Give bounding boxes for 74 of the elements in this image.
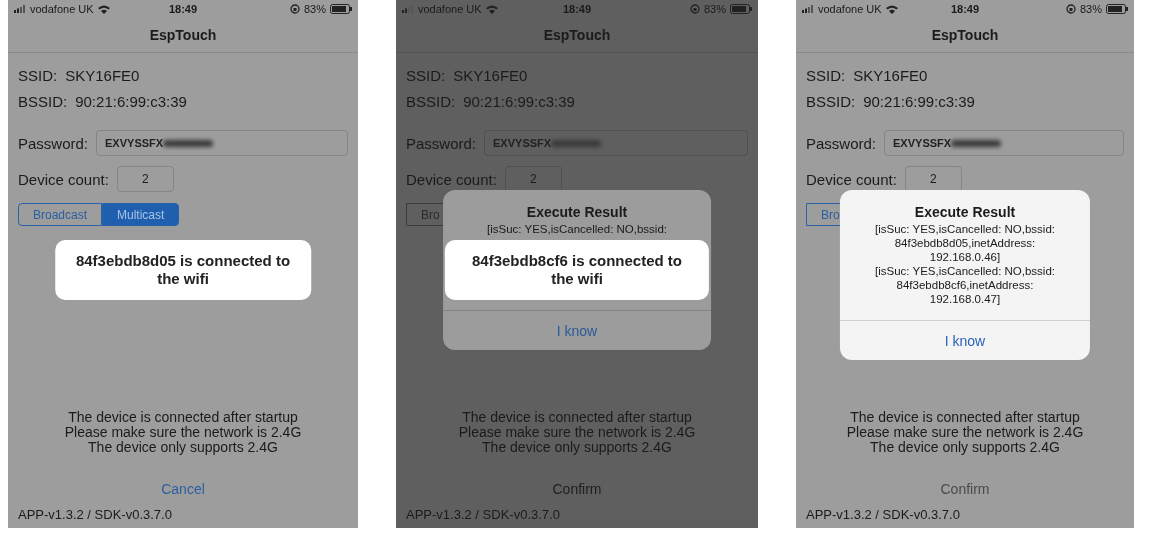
carrier-name: vodafone UK	[30, 3, 94, 15]
carrier-name: vodafone UK	[818, 3, 882, 15]
clock-time: 18:49	[168, 3, 198, 15]
rotation-lock-icon	[689, 4, 700, 14]
battery-percent: 83%	[303, 3, 326, 15]
device-count-label: Device count:	[806, 170, 897, 188]
password-field[interactable]: EXVYSSFX	[96, 130, 348, 156]
info-note: Please make sure the network is 2.4G	[64, 425, 302, 440]
password-field[interactable]: EXVYSSFX	[884, 130, 1124, 156]
bssid-value: 90:21:6:99:c3:39	[863, 93, 975, 110]
ssid-value: SKY16FE0	[853, 67, 928, 84]
info-note: The device is connected after startup	[850, 410, 1080, 425]
clock-time: 18:49	[950, 3, 980, 15]
device-count-label: Device count:	[406, 170, 497, 188]
battery-icon	[330, 4, 352, 14]
password-value: EXVYSSFX	[893, 137, 952, 149]
redaction-smudge	[163, 139, 214, 147]
screen-title: EspTouch	[931, 27, 999, 43]
info-note: The device only supports 2.4G	[482, 440, 672, 455]
ssid-label: SSID:	[18, 67, 58, 84]
dialog-button[interactable]: I know	[839, 320, 1091, 360]
device-count-label: Device count:	[18, 170, 109, 188]
ssid-label: SSID:	[406, 67, 446, 84]
password-label: Password:	[18, 134, 89, 152]
redaction-smudge	[951, 139, 1002, 147]
screen-title: EspTouch	[149, 27, 217, 43]
signal-icon	[802, 5, 814, 13]
password-value: EXVYSSFX	[105, 137, 164, 149]
mode-segment[interactable]: Broadcast	[18, 203, 103, 226]
screen-title: EspTouch	[543, 27, 611, 43]
ssid-value: SKY16FE0	[453, 67, 528, 84]
bssid-value: 90:21:6:99:c3:39	[75, 93, 187, 110]
rotation-lock-icon	[1065, 4, 1076, 14]
mode-segment[interactable]: Multicast	[102, 203, 180, 226]
wifi-icon	[485, 4, 498, 14]
redaction-smudge	[551, 139, 602, 147]
signal-icon	[14, 5, 26, 13]
toast-message: 84f3ebdb8cf6 is connected to the wifi	[444, 240, 710, 300]
action-button[interactable]: Cancel	[153, 477, 213, 501]
bssid-label: BSSID:	[406, 93, 456, 110]
dialog-title: Execute Result	[526, 204, 628, 220]
battery-percent: 83%	[703, 3, 726, 15]
battery-icon	[1106, 4, 1128, 14]
version-text: APP-v1.3.2 / SDK-v0.3.7.0	[805, 506, 961, 524]
battery-icon	[730, 4, 752, 14]
wifi-icon	[885, 4, 898, 14]
version-text: APP-v1.3.2 / SDK-v0.3.7.0	[17, 506, 173, 524]
info-note: The device only supports 2.4G	[88, 440, 278, 455]
version-text: APP-v1.3.2 / SDK-v0.3.7.0	[405, 506, 561, 524]
rotation-lock-icon	[289, 4, 300, 14]
password-label: Password:	[806, 134, 877, 152]
ssid-label: SSID:	[806, 67, 846, 84]
dialog-message: [isSuc: YES,isCancelled: NO,bssid:	[487, 222, 667, 236]
info-note: The device only supports 2.4G	[870, 440, 1060, 455]
toast-message: 84f3ebdb8d05 is connected to the wifi	[55, 240, 311, 300]
bssid-label: BSSID:	[18, 93, 68, 110]
password-label: Password:	[406, 134, 477, 152]
battery-percent: 83%	[1079, 3, 1102, 15]
clock-time: 18:49	[562, 3, 592, 15]
wifi-icon	[97, 4, 110, 14]
info-note: Please make sure the network is 2.4G	[846, 425, 1084, 440]
dialog-message: [isSuc: YES,isCancelled: NO,bssid: 84f3ebdb8d05,inetAddress: 192.168.0.46] [isSuc: YES,isCancelled: NO,bssid: 84f3ebdb8cf6,inetAddress: 192.168.0.47]	[875, 222, 1055, 306]
bssid-value: 90:21:6:99:c3:39	[463, 93, 575, 110]
bssid-label: BSSID:	[806, 93, 856, 110]
ssid-value: SKY16FE0	[65, 67, 140, 84]
device-count-field[interactable]: 2	[116, 166, 174, 192]
signal-icon	[402, 5, 414, 13]
carrier-name: vodafone UK	[418, 3, 482, 15]
info-note: Please make sure the network is 2.4G	[458, 425, 696, 440]
dialog-title: Execute Result	[914, 204, 1016, 220]
password-field[interactable]: EXVYSSFX	[484, 130, 748, 156]
info-note: The device is connected after startup	[462, 410, 692, 425]
dialog-button[interactable]: I know	[443, 310, 711, 350]
info-note: The device is connected after startup	[68, 410, 298, 425]
